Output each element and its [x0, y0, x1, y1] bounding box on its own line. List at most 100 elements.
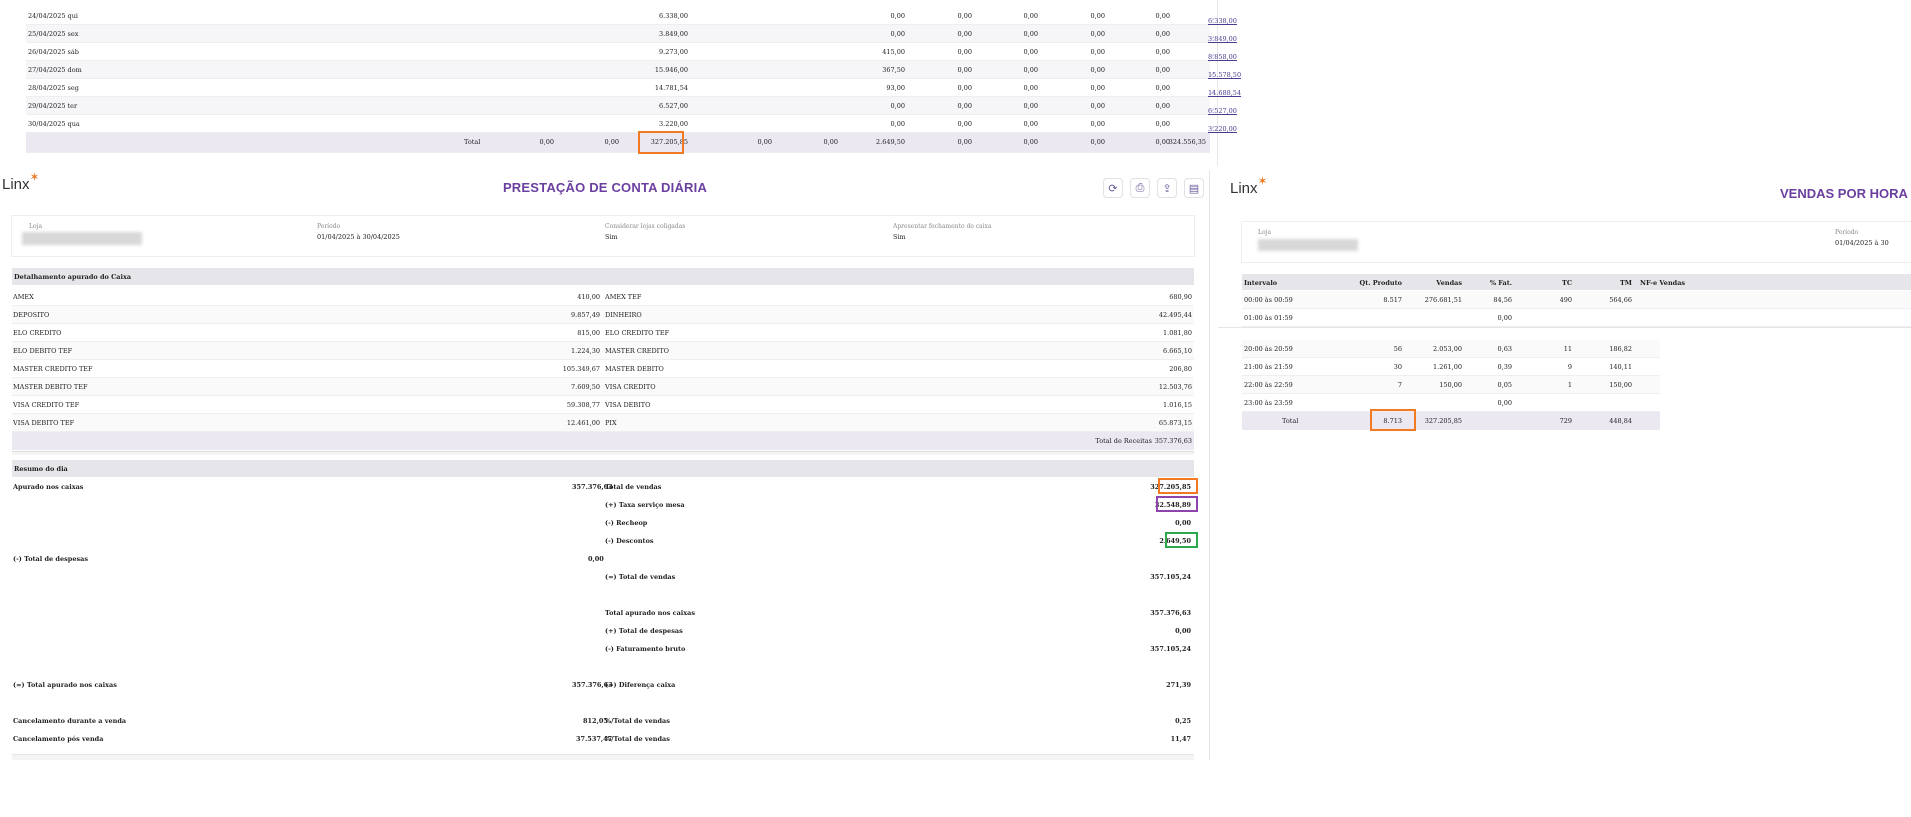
despesas-value: 0,00 [588, 555, 604, 563]
hour-int: 23:00 às 23:59 [1244, 399, 1293, 407]
hour-qt: 56 [1393, 345, 1402, 353]
print-icon[interactable]: ⎙ [1130, 178, 1150, 198]
hour-pct: 0,39 [1497, 363, 1512, 371]
export-icon[interactable]: ⇪ [1157, 178, 1177, 198]
hour-pct: 0,00 [1497, 399, 1512, 407]
detail-section-title: Detalhamento apurado do Caixa [14, 273, 132, 281]
hour-v: 150,00 [1439, 381, 1462, 389]
right-filter-card: Loja Período 01/04/2025 à 30 [1242, 222, 1911, 262]
hour-tm: 150,00 [1609, 381, 1632, 389]
table-row: 28/04/2025 seg 14.781,54 93,00 0,00 0,00 0,00… [26, 79, 1241, 97]
highlight-box-purple [1156, 496, 1198, 512]
hour-v: 276.681,51 [1424, 296, 1462, 304]
detail-row: AMEX 410,00 AMEX TEF 680,90 [12, 288, 1194, 306]
coligadas-value: Sim [605, 233, 618, 241]
external-link-icon[interactable]: ↗ [1210, 71, 1215, 78]
hour-pct: 84,56 [1493, 296, 1512, 304]
right-periodo-label: Período [1835, 229, 1859, 236]
detail-row: ELO DEBITO TEF 1.224,30 MASTER CREDITO 6.66… [12, 342, 1194, 360]
coligadas-label: Considerar lojas coligadas [605, 223, 686, 230]
page-title: PRESTAÇÃO DE CONTA DIÁRIA [502, 180, 708, 195]
detail-right-value: 680,90 [1169, 293, 1192, 301]
hour-row: 22:00 às 22:59 7 150,00 0,05 1 150,00 [1242, 376, 1660, 394]
detail-left-label: MASTER CREDITO TEF [13, 365, 93, 373]
detail-left-label: ELO DEBITO TEF [13, 347, 73, 355]
recheop-value: 0,00 [1175, 519, 1191, 527]
row-v6: 0,00 [1155, 120, 1170, 128]
detail-right-value: 42.495,44 [1158, 311, 1192, 319]
detail-left-value: 105.349,67 [562, 365, 600, 373]
hour-row: 01:00 às 01:59 0,00 [1242, 309, 1911, 327]
hour-total-tm: 448,84 [1609, 417, 1632, 425]
external-link-icon[interactable]: ↗ [1210, 53, 1215, 60]
detail-right-label: DINHEIRO [605, 311, 642, 319]
periodo-value: 01/04/2025 à 30/04/2025 [317, 233, 400, 241]
external-link-icon[interactable]: ↗ [1210, 125, 1215, 132]
highlight-box-orange [1370, 409, 1416, 431]
external-link-icon[interactable]: ↗ [1210, 107, 1215, 114]
detail-right-label: MASTER DEBITO [605, 365, 664, 373]
hour-pct: 0,63 [1497, 345, 1512, 353]
total-despesas2-label: (+) Total de despesas [605, 627, 683, 635]
detail-left-value: 59.308,77 [566, 401, 600, 409]
total-apurado-label: Total apurado nos caixas [605, 609, 696, 617]
external-link-icon[interactable]: ↗ [1210, 35, 1215, 42]
refresh-icon[interactable]: ⟳ [1103, 178, 1123, 198]
highlight-box-orange [638, 131, 684, 154]
loja-value-blurred [22, 232, 142, 245]
hdr-tm: TM [1619, 279, 1632, 287]
logo-text: Linx [1230, 180, 1258, 197]
hour-int: 22:00 às 22:59 [1244, 381, 1293, 389]
detail-right-value: 65.873,15 [1158, 419, 1192, 427]
detail-right-label: AMEX TEF [605, 293, 642, 301]
external-link-icon[interactable]: ↗ [1210, 17, 1215, 24]
hour-total-label: Total [1282, 417, 1299, 425]
hour-int: 20:00 às 20:59 [1244, 345, 1293, 353]
resumo-section-header: Resumo do dia [12, 460, 1194, 477]
hour-tc: 490 [1559, 296, 1572, 304]
detail-right-value: 206,80 [1169, 365, 1192, 373]
prestacao-panel: Linx✶ PRESTAÇÃO DE CONTA DIÁRIA ⟳ ⎙ ⇪ ▤ … [0, 170, 1210, 760]
resumo-body: Apurado nos caixas 357.376,63 (-) Total … [12, 478, 1198, 760]
eq-vendas-label: (=) Total de vendas [605, 573, 676, 581]
table-row: 25/04/2025 sex 3.849,00 0,00 0,00 0,00 0,00 0,… [26, 25, 1237, 43]
table-row: 27/04/2025 dom 15.946,00 367,50 0,00 0,00 0,0… [26, 61, 1241, 79]
total-col-total: 324.556,35 [1168, 138, 1206, 146]
hour-qt: 7 [1397, 381, 1402, 389]
detail-row: ELO CREDITO 815,00 ELO CREDITO TEF 1.081,80 [12, 324, 1194, 342]
hour-v: 1.261,00 [1433, 363, 1462, 371]
detail-right-label: VISA CREDITO [605, 383, 656, 391]
detail-left-value: 410,00 [577, 293, 600, 301]
total-despesas2-value: 0,00 [1175, 627, 1191, 635]
hour-tm: 564,66 [1609, 296, 1632, 304]
detail-left-label: AMEX [13, 293, 34, 301]
hour-qt: 30 [1393, 363, 1402, 371]
pct-vendas2-label: %/Total de vendas [605, 735, 670, 743]
printer-icon[interactable]: ▤ [1184, 178, 1204, 198]
detail-left-label: VISA CREDITO TEF [13, 401, 80, 409]
hour-total-tc: 729 [1559, 417, 1572, 425]
table-row: 26/04/2025 sáb 9.273,00 415,00 0,00 0,00 0,00… [26, 43, 1237, 61]
hour-tc: 9 [1567, 363, 1572, 371]
table-total-row: Total 0,00 0,00 327.205,85 0,00 0,00 2.6… [26, 133, 1210, 153]
diferenca-value: 271,39 [1166, 681, 1191, 689]
recheop-label: (-) Recheop [605, 519, 648, 527]
table-row: 24/04/2025 qui 6.338,00 0,00 0,00 0,00 0,00 0,… [26, 7, 1237, 25]
table-row: 30/04/2025 qua 3.220,00 0,00 0,00 0,00 0,00 0,… [26, 115, 1237, 133]
detail-left-value: 12.461,00 [566, 419, 600, 427]
hdr-nfe: NF-e Vendas [1640, 279, 1686, 287]
eq-vendas-value: 357.105,24 [1150, 573, 1191, 581]
despesas-label: (-) Total de despesas [13, 555, 88, 563]
pct-vendas2-value: 11,47 [1170, 735, 1191, 743]
total-vendas-label: Total de vendas [605, 483, 662, 491]
detail-left-label: ELO CREDITO [13, 329, 62, 337]
total-receitas-row: Total de Receitas 357.376,63 [12, 432, 1194, 450]
external-link-icon[interactable]: ↗ [1210, 89, 1215, 96]
detail-right-label: VISA DEBITO [605, 401, 651, 409]
hour-row: 20:00 às 20:59 56 2.053,00 0,63 11 186,82 [1242, 340, 1660, 358]
detail-row: VISA CREDITO TEF 59.308,77 VISA DEBITO 1.01… [12, 396, 1194, 414]
hdr-qt: Qt. Produto [1359, 279, 1402, 287]
detail-right-label: ELO CREDITO TEF [605, 329, 670, 337]
hdr-fat: % Fat. [1489, 279, 1512, 287]
row-date: 28/04/2025 seg [28, 84, 79, 92]
